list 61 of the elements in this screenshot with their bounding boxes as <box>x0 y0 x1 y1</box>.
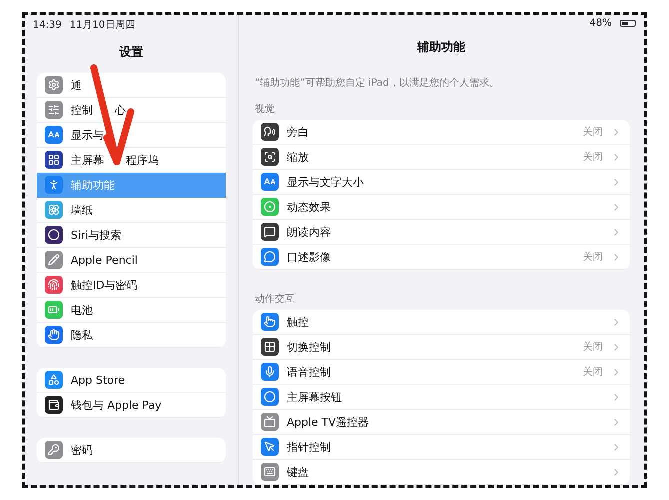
settings-row[interactable]: 切换控制 关闭 <box>253 335 630 360</box>
grid-icon <box>45 151 63 169</box>
sidebar-item[interactable]: 显示与 <box>37 123 226 148</box>
grid-icon <box>261 338 279 356</box>
circle-icon <box>45 226 63 244</box>
keyboard-icon <box>261 463 279 481</box>
key-icon <box>45 441 63 459</box>
sidebar-item[interactable]: 墙纸 <box>37 198 226 223</box>
sidebar-item[interactable]: 触控ID与密码 <box>37 273 226 298</box>
sidebar-item[interactable]: Siri与搜索 <box>37 223 226 248</box>
settings-row[interactable]: 缩放 关闭 <box>253 145 630 170</box>
sidebar-item[interactable]: 隐私 <box>37 323 226 348</box>
section-header: 动作交互 <box>254 292 296 307</box>
battery-icon <box>620 20 636 28</box>
settings-row[interactable]: 语音控制 关闭 <box>253 360 630 385</box>
circle-icon <box>261 198 279 216</box>
status-date: 11月10日周四 <box>70 19 136 32</box>
sidebar-item[interactable]: 钱包与 Apple Pay <box>37 393 226 418</box>
pointer-icon <box>261 438 279 456</box>
speech-bubble-icon <box>261 223 279 241</box>
sidebar-item[interactable]: 控制 心 <box>37 98 226 123</box>
sidebar-item[interactable]: 通 <box>37 73 226 98</box>
zoom-icon <box>261 148 279 166</box>
sidebar-item[interactable]: 密码 <box>37 438 226 463</box>
remote-icon <box>261 413 279 431</box>
hand-pointer-icon <box>261 313 279 331</box>
battery-icon <box>45 301 63 319</box>
microphone-icon <box>261 363 279 381</box>
section-header: 视觉 <box>254 102 276 117</box>
flower-icon <box>45 201 63 219</box>
settings-row[interactable]: 键盘 <box>253 460 630 485</box>
settings-row[interactable]: Apple TV遥控器 <box>253 410 630 435</box>
gear-icon <box>45 76 63 94</box>
shapes-icon <box>45 371 63 389</box>
sidebar-item[interactable]: 电池 <box>37 298 226 323</box>
fingerprint-icon <box>45 276 63 294</box>
sliders-icon <box>45 101 63 119</box>
hand-icon <box>45 326 63 344</box>
sidebar-title: 设置 <box>118 44 144 60</box>
sidebar-item[interactable]: Apple Pencil <box>37 248 226 273</box>
settings-row[interactable]: 显示与文字大小 <box>253 170 630 195</box>
description-text: “辅助功能”可帮助您自定 iPad，以满足您的个人需求。 <box>254 76 500 91</box>
settings-row[interactable]: 触控 <box>253 310 630 335</box>
circle-icon <box>261 388 279 406</box>
speech-bubble-icon <box>261 248 279 266</box>
sidebar-item[interactable]: App Store <box>37 368 226 393</box>
person-icon <box>45 176 63 194</box>
settings-row[interactable]: 指针控制 <box>253 435 630 460</box>
settings-row[interactable]: 旁白 关闭 <box>253 120 630 145</box>
page-title: 辅助功能 <box>416 38 466 56</box>
text-size-icon <box>261 173 279 191</box>
battery-percent: 48% <box>590 18 612 30</box>
settings-row[interactable]: 动态效果 <box>253 195 630 220</box>
wallet-icon <box>45 396 63 414</box>
text-size-icon <box>45 126 63 144</box>
settings-row[interactable]: 主屏幕按钮 <box>253 385 630 410</box>
settings-row[interactable]: 口述影像 关闭 <box>253 245 630 270</box>
pencil-icon <box>45 251 63 269</box>
settings-row[interactable]: 朗读内容 <box>253 220 630 245</box>
speech-icon <box>261 123 279 141</box>
status-time: 14:39 <box>33 20 62 30</box>
